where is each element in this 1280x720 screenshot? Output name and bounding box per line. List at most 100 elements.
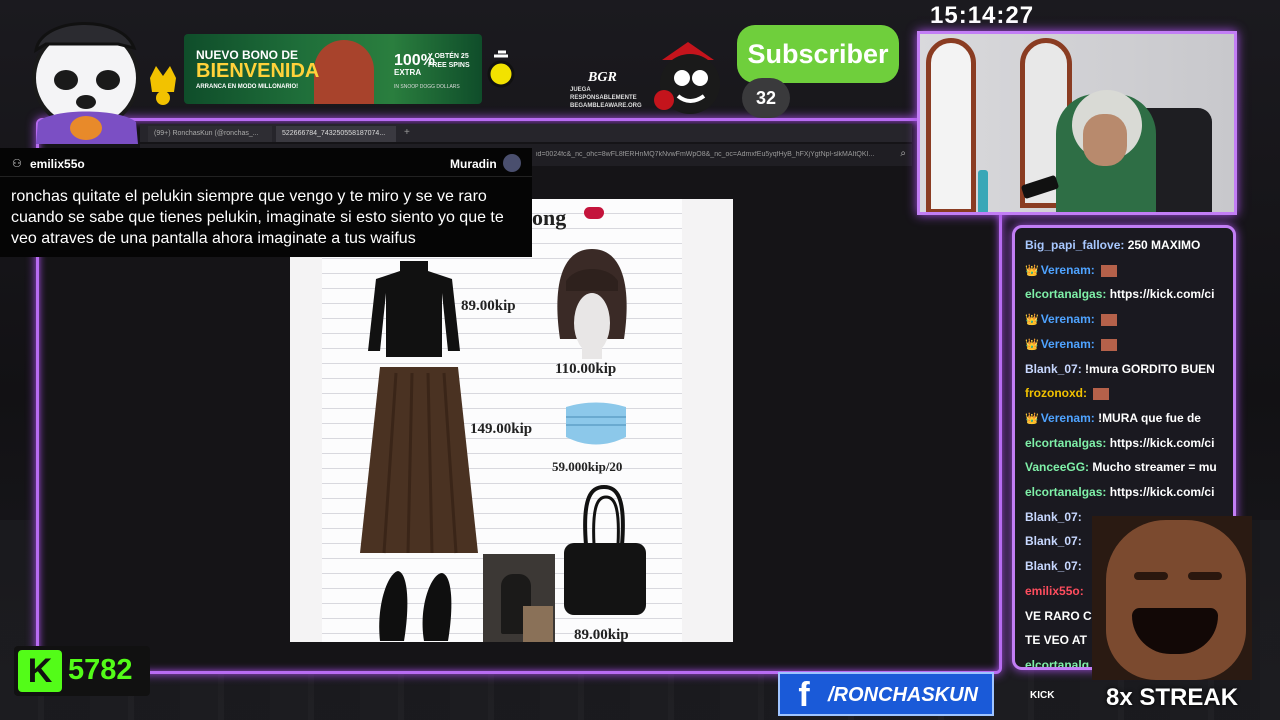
chat-username[interactable]: Blank_07: [1025,510,1082,524]
bag-image [564,485,646,615]
streak-counter: 8x STREAK [1106,684,1239,711]
facebook-handle-banner[interactable]: f /RONCHASKUN [778,672,994,716]
emote-icon [1100,313,1117,326]
target-avatar [503,154,521,172]
highlighted-message: ⚇ emilix55o Muradin ronchas quitate el p… [0,148,532,257]
stream-clock: 15:14:27 [930,2,1035,29]
url-text[interactable]: id=0024fc&_nc_ohc=8wFL8fERHnMQ7kNvwFmWpO… [536,151,886,158]
subscriber-count: 32 [742,78,790,118]
person-photo [483,554,555,642]
chat-message: Big_papi_fallove: 250 MAXIMO [1025,238,1233,258]
chat-text: Mucho streamer = mu [1089,460,1217,475]
chat-text: https://kick.com/ci [1106,287,1215,302]
chat-text: TE VEO AT [1025,633,1088,648]
emote-icon [1100,264,1117,277]
chat-username[interactable]: Big_papi_fallove: [1025,238,1124,252]
lips-icon [584,207,604,219]
gamble-aware-notice: BGR JUEGA RESPONSABLEMENTE BEGAMBLEAWARE… [556,70,646,110]
chat-username[interactable]: Blank_07: [1025,534,1082,548]
chat-username[interactable]: emilix55o: [1025,584,1084,598]
chat-username[interactable]: Verenam: [1041,312,1095,326]
browser-tab-2[interactable]: 522666784_743250558187074... [276,126,396,142]
facebook-handle: /RONCHASKUN [828,684,978,706]
chat-message: VanceeGG: Mucho streamer = mu [1025,460,1233,480]
promo-banner[interactable]: NUEVO BONO DE BIENVENIDA ARRANCA EN MODO… [184,34,482,104]
price-sweater: 89.00kip [461,298,516,314]
emote-icon [1093,388,1109,401]
crown-badge-icon: 👑 [1025,264,1039,277]
message-divider [0,176,532,177]
chat-message: frozonoxd: [1025,386,1233,406]
user-icon: ⚇ [12,158,22,170]
bottle [978,170,988,212]
chat-text: VE RARO C [1025,608,1092,623]
kick-count: 5782 [68,654,133,686]
kick-logo-icon: K [18,650,62,692]
price-wig: 110.00kip [555,361,617,377]
chat-username[interactable]: frozonoxd: [1025,386,1087,400]
bgr-text: JUEGA RESPONSABLEMENTE BEGAMBLEAWARE.ORG [570,87,642,109]
mask-image [566,402,626,445]
chat-username[interactable]: VanceeGG: [1025,460,1089,474]
chat-message: Blank_07: !mura GORDITO BUEN [1025,361,1233,382]
chat-message: 👑 Verenam: [1025,312,1233,332]
chat-username[interactable]: elcortanalg [1025,658,1089,667]
chat-username[interactable]: elcortanalgas: [1025,436,1106,450]
chat-message: elcortanalgas: https://kick.com/ci [1025,435,1233,456]
kick-counter: K 5782 [14,646,150,696]
meme-eye-left [1134,572,1168,580]
message-username: emilix55o [30,157,85,171]
chat-text: !mura GORDITO BUEN [1081,361,1215,376]
emote-icon [1100,338,1117,351]
browser-tab-1[interactable]: (99+) RonchasKun (@ronchas_... [148,126,272,142]
wig-image [557,249,627,359]
laughing-meme-image [1092,516,1252,680]
promo-extra: EXTRA [394,68,422,77]
chat-username[interactable]: Verenam: [1041,263,1095,277]
bgr-logo: BGR [588,70,617,85]
webcam-feed [917,31,1237,215]
shared-image: ong 89.00kip 110.00kip 149.00kip 59.000k… [290,199,733,642]
promo-footer: IN SNOOP DOGG DOLLARS [394,84,460,90]
shoes-image [379,571,452,641]
message-text: ronchas quitate el pelukin siempre que v… [11,188,504,247]
chat-username[interactable]: Verenam: [1041,337,1095,351]
chat-text: https://kick.com/ci [1106,485,1215,499]
promo-spins: Y OBTÉN 25 FREE SPINS [428,53,470,69]
crown-badge-icon: 👑 [1025,338,1039,351]
webcam-door-left [926,38,976,212]
skirt-image [360,367,478,554]
crown-badge-icon: 👑 [1025,412,1039,425]
chat-text: https://kick.com/ci [1106,435,1215,450]
bird-mascot-icon [654,42,720,114]
chat-message: elcortanalgas: https://kick.com/ci [1025,485,1233,505]
browser-tab-bar: (99+) RonchasKun (@ronchas_... 522666784… [140,124,912,142]
crown-icon [150,66,176,105]
price-mask: 59.000kip/20 [552,459,623,474]
chat-username[interactable]: elcortanalgas: [1025,485,1106,499]
chat-username[interactable]: Blank_07: [1025,362,1082,376]
price-skirt: 149.00kip [470,421,533,437]
meme-eye-right [1188,572,1222,580]
chat-message: elcortanalgas: https://kick.com/ci [1025,287,1233,307]
chat-text: 250 MAXIMO [1124,238,1201,252]
new-tab-icon[interactable]: + [404,127,410,138]
promo-title-2: BIENVENIDA [196,60,320,82]
promo-figure [314,40,374,104]
chat-username[interactable]: Verenam: [1041,411,1095,425]
chat-text: !MURA que fue de [1094,410,1201,425]
chat-message: 👑 Verenam: [1025,263,1233,283]
price-bag: 89.00kip [574,627,629,642]
bolt-icon [487,50,515,88]
chat-username[interactable]: elcortanalgas: [1025,287,1106,301]
message-target: Muradin [450,157,497,171]
socials-label: KICK [1030,690,1055,701]
chat-message: 👑 Verenam: [1025,337,1233,357]
search-icon[interactable]: ⌕ [900,148,906,159]
sweater-image [368,261,460,357]
subscriber-button[interactable]: Subscriber [737,25,899,83]
facebook-icon: f [798,676,810,714]
chat-username[interactable]: Blank_07: [1025,559,1082,573]
crown-badge-icon: 👑 [1025,314,1039,327]
promo-subtitle: ARRANCA EN MODO MILLONARIO! [196,84,299,90]
